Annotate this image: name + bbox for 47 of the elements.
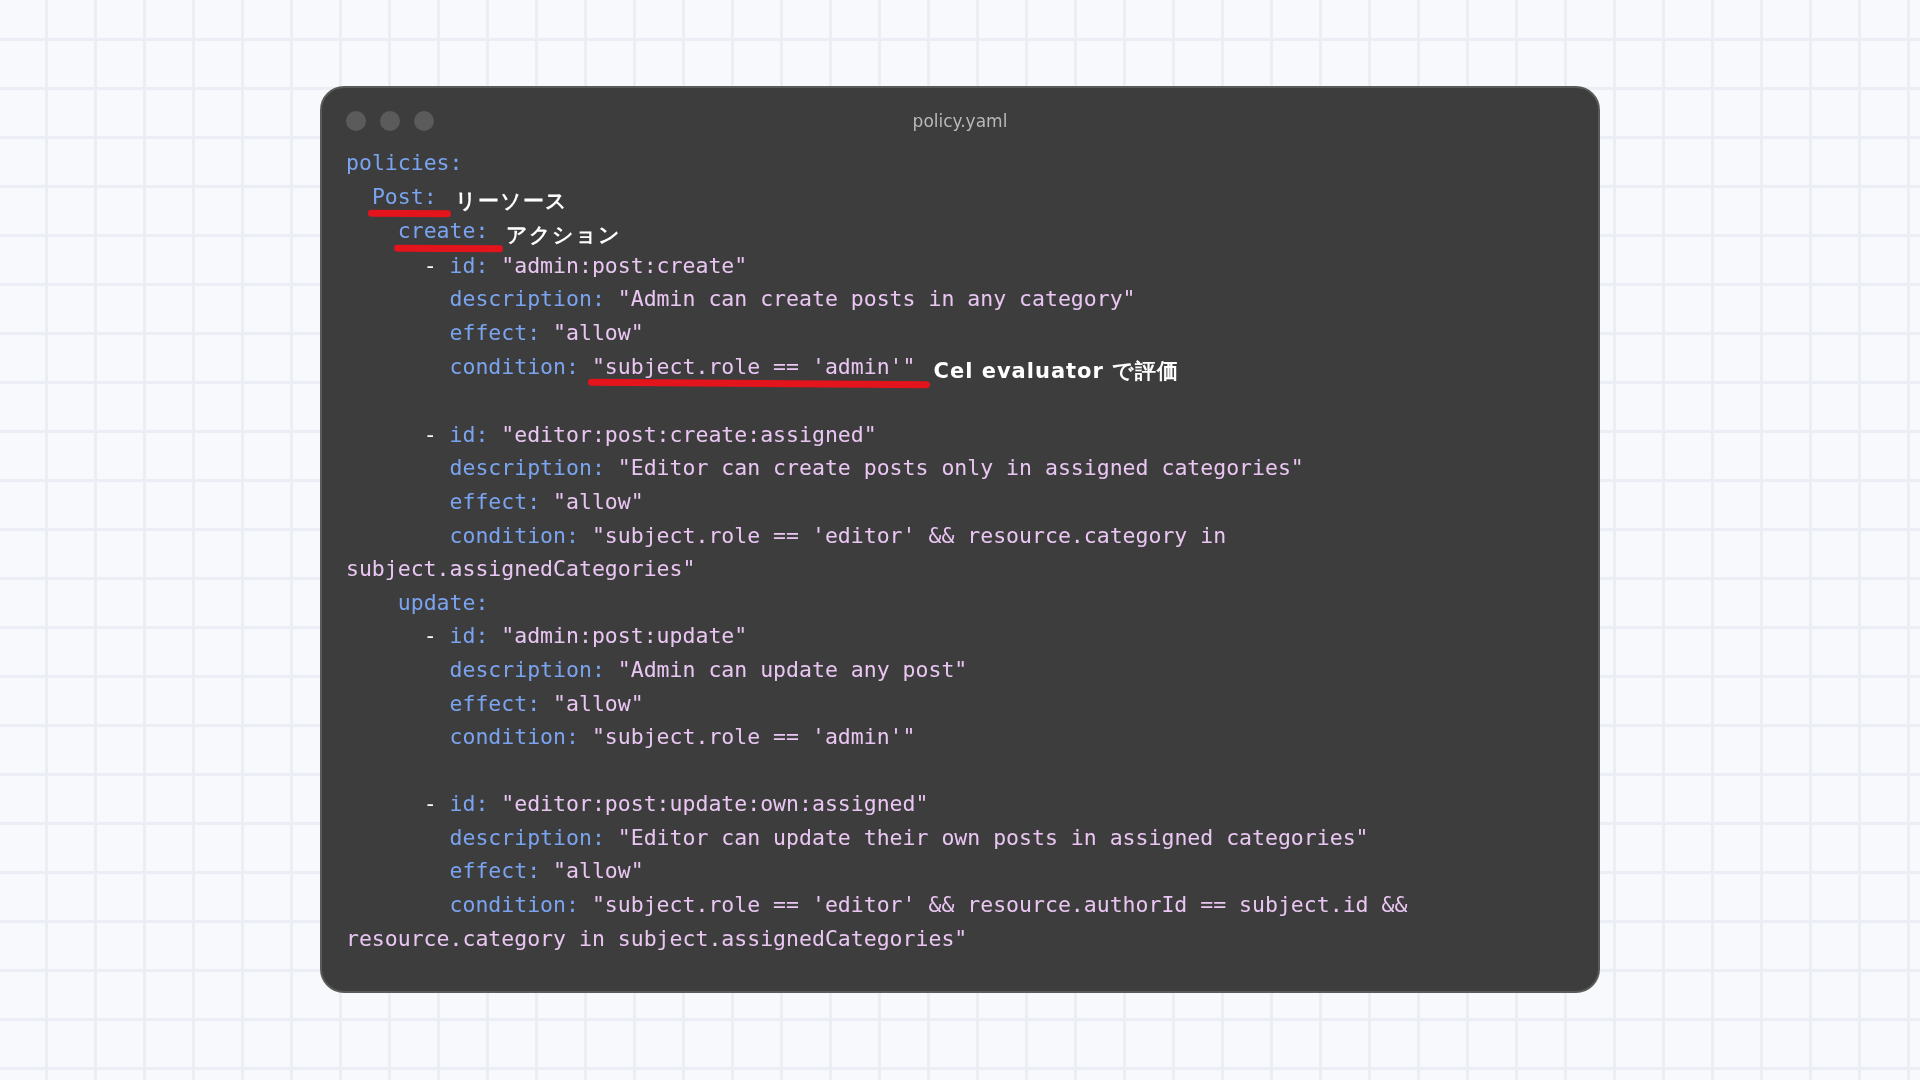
- window-control-icon[interactable]: [380, 111, 400, 131]
- code-value: "allow": [553, 318, 644, 347]
- code-value: "Admin can create posts in any category": [617, 285, 1136, 314]
- code-key: Post:: [371, 179, 437, 214]
- window-control-icon[interactable]: [414, 111, 434, 131]
- code-key: id:: [449, 417, 489, 452]
- code-key: condition:: [449, 518, 579, 553]
- annotation-text: Cel evaluator で評価: [933, 357, 1180, 385]
- code-value: subject.assignedCategories": [345, 555, 696, 584]
- code-value: "subject.role == 'editor' && resource.authorId == subject.id &&: [591, 891, 1408, 920]
- code-key: id:: [449, 619, 489, 653]
- code-key: condition:: [449, 720, 579, 754]
- code-key: effect:: [449, 686, 541, 721]
- code-key: effect:: [449, 854, 541, 889]
- code-value: "admin:post:create": [501, 251, 748, 280]
- code-value: "subject.role == 'admin'": [591, 723, 916, 752]
- code-value: "admin:post:update": [501, 622, 748, 651]
- annotation-text: アクション: [506, 222, 622, 250]
- code-value: "Editor can create posts only in assigned categories": [617, 454, 1304, 483]
- code-key: description:: [449, 451, 605, 485]
- window-control-icon[interactable]: [346, 111, 366, 131]
- code-key: id:: [449, 787, 489, 821]
- code-value: "Editor can update their own posts in assigned categories": [617, 823, 1369, 852]
- annotation-text: リーソース: [454, 187, 568, 215]
- list-dash: -: [423, 251, 438, 280]
- code-value: resource.category in subject.assignedCategories": [345, 924, 968, 953]
- code-value: "allow": [553, 857, 644, 886]
- code-key: create:: [397, 214, 489, 248]
- code-key: effect:: [449, 315, 541, 350]
- code-value: "editor:post:create:assigned": [501, 420, 877, 449]
- window-title: policy.yaml: [912, 111, 1008, 131]
- code-key: id:: [449, 248, 489, 283]
- code-key: update:: [397, 585, 489, 620]
- code-key: condition:: [449, 888, 579, 922]
- code-value: "editor:post:update:own:assigned": [501, 790, 929, 819]
- list-dash: -: [423, 622, 438, 651]
- code-value: "allow": [553, 689, 644, 718]
- code-key: description:: [449, 820, 605, 855]
- code-key: description:: [449, 652, 605, 687]
- code-value: "allow": [553, 487, 644, 516]
- code-value: "subject.role == 'editor' && resource.category in: [591, 521, 1227, 550]
- code-key: condition:: [449, 349, 579, 384]
- code-key: effect:: [449, 484, 541, 519]
- code-value: "subject.role == 'admin'": [591, 349, 916, 384]
- code-key: policies:: [346, 146, 463, 180]
- code-value: "Admin can update any post": [617, 655, 968, 684]
- code-key: description:: [449, 282, 605, 316]
